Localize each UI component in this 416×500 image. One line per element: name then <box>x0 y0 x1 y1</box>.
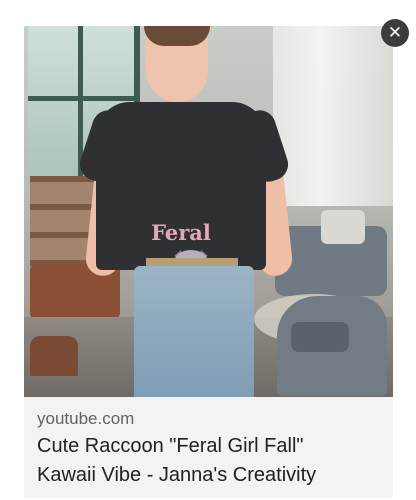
shirt-print-feral: Feral <box>151 220 211 245</box>
model-photo: Feral Girl Fall <box>75 26 296 397</box>
result-title[interactable]: Cute Raccoon "Feral Girl Fall" Kawaii Vi… <box>37 432 387 490</box>
result-card[interactable]: Feral Girl Fall youtube.com <box>24 26 393 498</box>
tshirt: Feral Girl Fall <box>96 102 266 311</box>
denim-skirt <box>134 266 254 397</box>
stool-background <box>30 336 78 376</box>
result-thumbnail[interactable]: Feral Girl Fall <box>24 26 393 397</box>
result-title-line-1[interactable]: Cute Raccoon "Feral Girl Fall" <box>37 432 387 461</box>
close-icon: ✕ <box>387 22 403 43</box>
belt <box>146 258 238 266</box>
result-title-line-2[interactable]: Kawaii Vibe - Janna's Creativity <box>37 461 387 490</box>
result-source[interactable]: youtube.com <box>37 409 134 429</box>
close-button[interactable]: ✕ <box>381 19 409 47</box>
